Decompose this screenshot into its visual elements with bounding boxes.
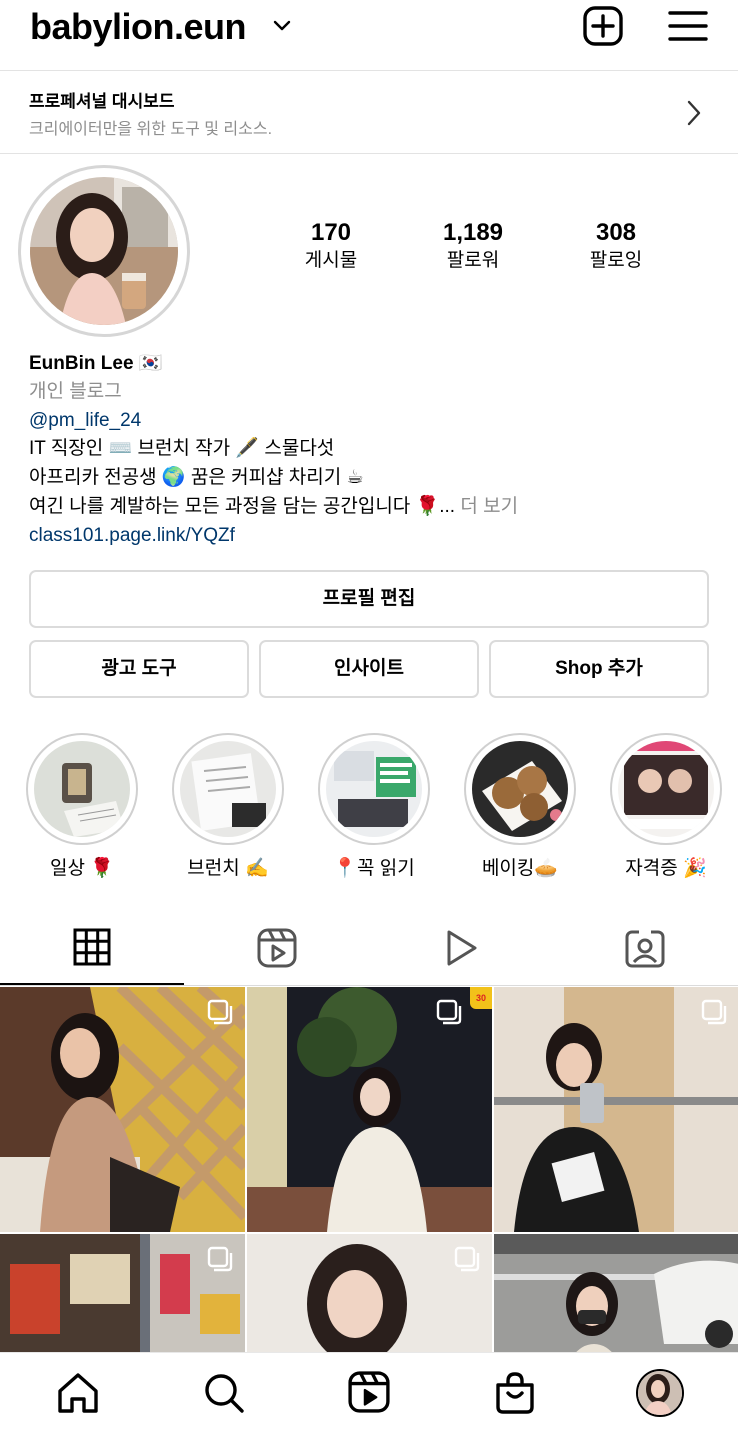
highlight-label: 일상 🌹 (50, 858, 114, 879)
highlight-baking[interactable]: 베이킹🥧 (463, 733, 577, 880)
reels-icon[interactable] (348, 1371, 390, 1413)
highlight-cover (326, 741, 422, 837)
highlight-ring (464, 733, 576, 845)
korea-flag-icon: 🇰🇷 (138, 353, 163, 374)
top-bar: babylion.eun (0, 0, 738, 70)
profile-tag-link[interactable]: @pm_life_24 (29, 408, 141, 434)
highlight-brunch[interactable]: 브런치 ✍️ (171, 733, 285, 880)
highlight-cover (618, 741, 714, 837)
play-icon (447, 930, 477, 966)
bio-line-3: 여긴 나를 계발하는 모든 과정을 담는 공간입니다 🌹... 더 보기 (29, 494, 518, 520)
highlight-label: 자격증 🎉 (625, 858, 707, 879)
new-post-icon[interactable] (583, 6, 623, 46)
dashboard-title: 프로페셔널 대시보드 (29, 92, 175, 111)
highlight-daily[interactable]: 일상 🌹 (25, 733, 139, 880)
stat-following[interactable]: 308 팔로잉 (556, 218, 676, 274)
post-thumbnail[interactable] (247, 1234, 492, 1357)
external-link[interactable]: class101.page.link/YQZf (29, 523, 235, 549)
add-shop-button[interactable]: Shop 추가 (489, 640, 709, 698)
stat-posts[interactable]: 170 게시물 (271, 218, 391, 274)
highlight-must-read[interactable]: 📍꼭 읽기 (317, 733, 431, 880)
post-thumbnail[interactable] (0, 1234, 245, 1357)
tab-reels[interactable] (184, 912, 368, 984)
post-grid: 30 (0, 987, 738, 1357)
shop-icon[interactable] (494, 1371, 536, 1415)
edit-profile-button[interactable]: 프로필 편집 (29, 570, 709, 628)
tab-video[interactable] (368, 912, 552, 984)
menu-icon[interactable] (668, 10, 708, 42)
search-icon[interactable] (202, 1371, 246, 1415)
profile-category: 개인 블로그 (29, 381, 122, 402)
highlight-label: 📍꼭 읽기 (333, 858, 415, 879)
tab-tagged[interactable] (552, 912, 736, 984)
ad-tools-button[interactable]: 광고 도구 (29, 640, 249, 698)
highlight-ring (318, 733, 430, 845)
profile-photo-small (638, 1371, 682, 1415)
chevron-right-icon (687, 100, 701, 126)
highlight-ring (172, 733, 284, 845)
posts-label: 게시물 (304, 250, 358, 271)
post-thumbnail[interactable] (494, 987, 738, 1232)
profile-name-text: EunBin Lee (29, 353, 134, 374)
profile-avatar-nav[interactable] (636, 1369, 684, 1417)
tabs-divider (0, 985, 738, 986)
tagged-user-icon (625, 930, 665, 968)
followers-label: 팔로워 (446, 250, 500, 271)
highlight-cover (34, 741, 130, 837)
post-thumbnail[interactable] (0, 987, 245, 1232)
more-link[interactable]: 더 보기 (460, 496, 518, 517)
post-thumbnail[interactable] (494, 1234, 738, 1357)
highlight-label: 베이킹🥧 (481, 858, 559, 879)
carousel-icon (701, 999, 727, 1025)
carousel-icon (436, 999, 462, 1025)
username-title[interactable]: babylion.eun (30, 6, 247, 48)
carousel-icon (207, 999, 233, 1025)
profile-photo (30, 177, 178, 325)
grid-icon (73, 928, 111, 966)
carousel-icon (454, 1246, 480, 1272)
posts-count: 170 (310, 219, 352, 246)
bio-line-3-text: 여긴 나를 계발하는 모든 과정을 담는 공간입니다 🌹... (29, 496, 456, 517)
reels-icon (257, 928, 297, 968)
tab-grid[interactable] (0, 912, 184, 986)
highlight-label: 브런치 ✍️ (187, 858, 269, 879)
carousel-icon (207, 1246, 233, 1272)
dashboard-subtitle: 크리에이터만을 위한 도구 및 리소스. (29, 121, 273, 138)
bio-line-1: IT 직장인 ⌨️ 브런치 작가 🖋️ 스물다섯 (29, 438, 335, 459)
challenge-badge: 30 (470, 987, 492, 1009)
profile-tabs (0, 912, 738, 986)
bio-line-2: 아프리카 전공생 🌍 꿈은 커피샵 차리기 ☕ (29, 467, 364, 488)
highlight-cover (180, 741, 276, 837)
post-thumbnail[interactable]: 30 (247, 987, 492, 1232)
following-count: 308 (595, 219, 637, 246)
professional-dashboard[interactable]: 프로페셔널 대시보드 크리에이터만을 위한 도구 및 리소스. (0, 70, 738, 154)
highlight-ring (610, 733, 722, 845)
highlight-certificate[interactable]: 자격증 🎉 (609, 733, 723, 880)
profile-avatar[interactable] (18, 165, 190, 337)
highlight-ring (26, 733, 138, 845)
bottom-nav (0, 1352, 738, 1441)
insights-button[interactable]: 인사이트 (259, 640, 479, 698)
highlight-cover (472, 741, 568, 837)
followers-count: 1,189 (442, 219, 504, 246)
profile-name: EunBin Lee 🇰🇷 (29, 351, 162, 377)
following-label: 팔로잉 (589, 250, 643, 271)
chevron-down-icon[interactable] (272, 16, 292, 36)
home-icon[interactable] (56, 1371, 100, 1415)
stat-followers[interactable]: 1,189 팔로워 (413, 218, 533, 274)
